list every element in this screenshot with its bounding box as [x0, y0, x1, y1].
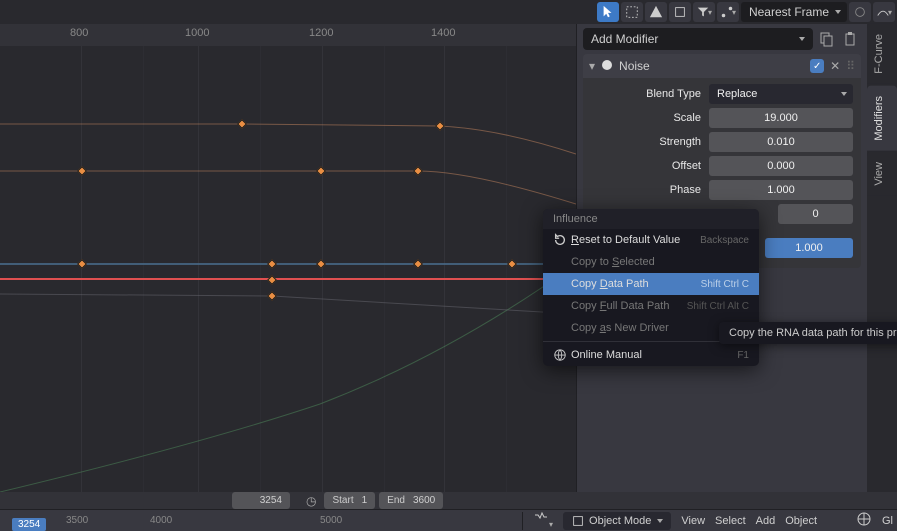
menu-shortcut: Shift Ctrl Alt C	[687, 301, 749, 312]
copy-modifiers-button[interactable]	[815, 28, 837, 50]
object-menu[interactable]: Object	[785, 515, 817, 527]
orientation-icon[interactable]	[856, 511, 872, 530]
graph-editor-canvas[interactable]: 800 1000 1200 1400	[0, 24, 576, 492]
menu-label: Copy to Selected	[571, 256, 749, 268]
context-menu-title: Influence	[543, 209, 759, 229]
close-icon[interactable]: ✕	[830, 59, 840, 73]
menu-copy-to-selected[interactable]: Copy to Selected	[543, 251, 759, 273]
falloff-button[interactable]: ▾	[873, 2, 895, 22]
blend-type-dropdown[interactable]: Replace	[709, 84, 853, 104]
snap-mode-dropdown[interactable]: Nearest Frame	[741, 2, 847, 22]
timeline-tick: 3500	[66, 515, 88, 526]
timeline-bar: 3254 ◷ Start1 End3600	[0, 492, 897, 509]
strength-label: Strength	[591, 136, 709, 148]
paste-modifiers-button[interactable]	[839, 28, 861, 50]
warning-icon[interactable]	[645, 2, 667, 22]
editor-type-icon[interactable]: ▾	[533, 511, 553, 530]
tab-fcurve[interactable]: F-Curve	[867, 24, 897, 84]
menu-shortcut: Backspace	[700, 235, 749, 246]
reset-icon	[553, 233, 571, 247]
extra-field[interactable]: 0	[778, 204, 853, 224]
menu-shortcut: Shift Ctrl C	[701, 279, 749, 290]
normalize-button[interactable]	[669, 2, 691, 22]
tab-view[interactable]: View	[867, 152, 897, 196]
modifier-type-icon	[601, 59, 613, 74]
strength-field[interactable]: 0.010	[709, 132, 853, 152]
offset-field[interactable]: 0.000	[709, 156, 853, 176]
scale-field[interactable]: 19.000	[709, 108, 853, 128]
globe-icon	[553, 348, 571, 362]
tooltip: Copy the RNA data path for this pro	[719, 322, 897, 344]
menu-copy-data-path[interactable]: Copy Data Path Shift Ctrl C	[543, 273, 759, 295]
add-modifier-dropdown[interactable]: Add Modifier	[583, 28, 813, 50]
drag-handle-icon[interactable]: ⠿	[846, 59, 855, 73]
noise-modifier-header[interactable]: ▾ Noise ✕ ⠿	[583, 54, 861, 78]
timeline-tick: 5000	[320, 515, 342, 526]
blend-type-label: Blend Type	[591, 88, 709, 100]
cursor-tool-button[interactable]	[597, 2, 619, 22]
menu-label: Copy Full Data Path	[571, 300, 687, 312]
menu-reset-default[interactable]: Reset to Default Value Backspace	[543, 229, 759, 251]
menu-copy-full-data-path[interactable]: Copy Full Data Path Shift Ctrl Alt C	[543, 295, 759, 317]
modifier-enabled-checkbox[interactable]	[810, 59, 824, 73]
mode-dropdown[interactable]: Object Mode	[563, 512, 671, 530]
select-menu[interactable]: Select	[715, 515, 746, 527]
jump-keyframe-icon[interactable]: ◷	[306, 494, 316, 508]
side-tabs: F-Curve Modifiers View	[867, 24, 897, 198]
playhead-frame[interactable]: 3254	[12, 518, 46, 531]
menu-label: Reset to Default Value	[571, 234, 700, 246]
tab-modifiers[interactable]: Modifiers	[867, 86, 897, 151]
modifier-name: Noise	[619, 59, 804, 73]
snap-button[interactable]: ▾	[717, 2, 739, 22]
menu-label: Online Manual	[571, 349, 737, 361]
offset-label: Offset	[591, 160, 709, 172]
viewport-header: 3254 3500 4000 5000 ▾ Object Mode View S…	[0, 509, 897, 531]
select-box-button[interactable]	[621, 2, 643, 22]
add-menu[interactable]: Add	[756, 515, 776, 527]
current-frame-field[interactable]: 3254	[232, 492, 290, 509]
menu-shortcut: F1	[737, 350, 749, 361]
timeline-tick: 4000	[150, 515, 172, 526]
start-frame-field[interactable]: Start1	[324, 492, 375, 509]
global-label: Gl	[882, 515, 893, 527]
phase-label: Phase	[591, 184, 709, 196]
chevron-down-icon: ▾	[589, 59, 595, 73]
end-frame-field[interactable]: End3600	[379, 492, 443, 509]
scale-label: Scale	[591, 112, 709, 124]
menu-label: Copy Data Path	[571, 278, 701, 290]
filter-button[interactable]: ▾	[693, 2, 715, 22]
view-menu[interactable]: View	[681, 515, 705, 527]
fcurve-lines	[0, 24, 576, 492]
menu-online-manual[interactable]: Online Manual F1	[543, 344, 759, 366]
graph-toolbar: ▾ ▾ Nearest Frame ▾	[595, 0, 897, 24]
phase-field[interactable]: 1.000	[709, 180, 853, 200]
influence-field[interactable]: 1.000	[765, 238, 853, 258]
proportional-button[interactable]	[849, 2, 871, 22]
